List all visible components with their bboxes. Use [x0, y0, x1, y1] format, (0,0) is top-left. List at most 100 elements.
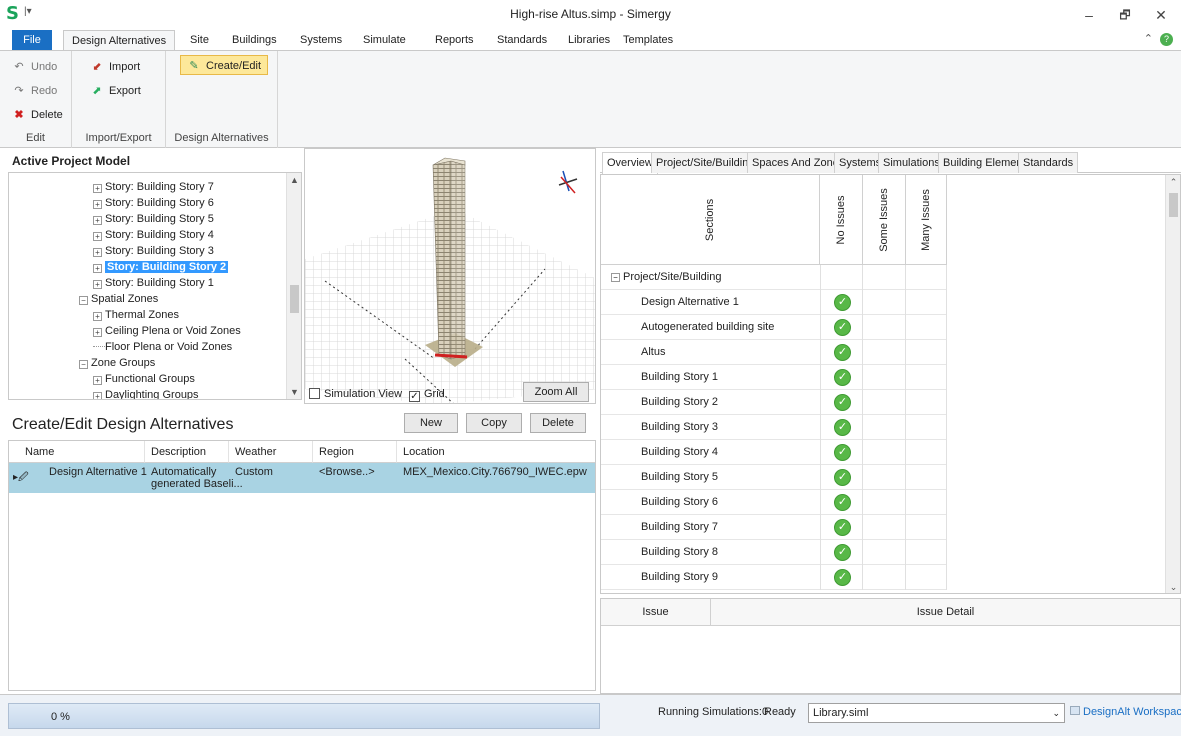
maximize-button[interactable]: 🗗: [1110, 4, 1140, 26]
tree-item[interactable]: Floor Plena or Void Zones: [93, 340, 232, 354]
tree-item[interactable]: + Story: Building Story 5: [93, 212, 214, 226]
create-edit-button[interactable]: ✎ Create/Edit: [180, 55, 269, 75]
minimize-button[interactable]: –: [1074, 4, 1104, 26]
scroll-up-icon[interactable]: ⌃: [1166, 177, 1180, 188]
overview-row[interactable]: Building Story 2 ✓: [601, 390, 947, 415]
column-header-many-issues[interactable]: Many Issues: [906, 175, 947, 265]
collapse-icon[interactable]: −: [79, 296, 88, 305]
axis-gizmo-icon[interactable]: [558, 170, 578, 194]
expand-icon[interactable]: +: [93, 376, 102, 385]
expand-icon[interactable]: +: [93, 280, 102, 289]
collapse-icon[interactable]: −: [79, 360, 88, 369]
tree-item[interactable]: + Functional Groups: [93, 372, 195, 386]
tree-scrollbar[interactable]: ▲ ▼: [286, 173, 301, 399]
scroll-up-icon[interactable]: ▲: [287, 175, 301, 185]
library-select[interactable]: Library.siml ⌄: [808, 703, 1065, 723]
workspace-link[interactable]: DesignAlt Workspace: [1070, 706, 1181, 718]
column-header-name[interactable]: Name: [9, 441, 145, 463]
column-header-issue-detail[interactable]: Issue Detail: [711, 599, 1180, 626]
collapse-ribbon-icon[interactable]: ⌃: [1144, 33, 1153, 45]
expand-icon[interactable]: +: [93, 200, 102, 209]
row-region[interactable]: <Browse..>: [313, 466, 375, 478]
overview-row[interactable]: Building Story 5 ✓: [601, 465, 947, 490]
overview-row[interactable]: Design Alternative 1 ✓: [601, 290, 947, 315]
tab-systems[interactable]: Systems: [292, 30, 350, 50]
tab-file[interactable]: File: [12, 30, 52, 50]
tab-libraries[interactable]: Libraries: [560, 30, 618, 50]
simulation-view-checkbox[interactable]: Simulation View: [309, 388, 402, 400]
delete-alternative-button[interactable]: Delete: [530, 413, 586, 433]
overview-row[interactable]: Altus ✓: [601, 340, 947, 365]
close-button[interactable]: ✕: [1146, 4, 1176, 26]
scroll-thumb[interactable]: [290, 285, 299, 313]
tab-overview[interactable]: Overview: [602, 152, 658, 174]
building-3d-view[interactable]: [305, 149, 596, 404]
tree-item[interactable]: − Zone Groups: [79, 356, 155, 370]
overview-row[interactable]: Building Story 1 ✓: [601, 365, 947, 390]
export-button[interactable]: ⬈ Export: [90, 81, 140, 101]
expand-icon[interactable]: +: [93, 248, 102, 257]
checkbox-box[interactable]: [309, 388, 320, 399]
expand-icon[interactable]: +: [93, 184, 102, 193]
expand-icon[interactable]: +: [93, 232, 102, 241]
help-icon[interactable]: ?: [1160, 33, 1173, 46]
model-viewport[interactable]: Simulation View ✓ Grid Zoom All: [304, 148, 596, 404]
tab-buildings[interactable]: Buildings: [224, 30, 285, 50]
column-header-weather-source[interactable]: Weather Source: [229, 441, 313, 480]
overview-row[interactable]: Building Story 3 ✓: [601, 415, 947, 440]
tree-item[interactable]: + Daylighting Groups: [93, 388, 199, 399]
column-header-description[interactable]: Description: [145, 441, 229, 463]
expand-icon[interactable]: +: [93, 264, 102, 273]
overview-row[interactable]: Building Story 9 ✓: [601, 565, 947, 590]
tab-simulate[interactable]: Simulate: [355, 30, 414, 50]
scroll-thumb[interactable]: [1169, 193, 1178, 217]
column-header-region[interactable]: Region: [313, 441, 397, 463]
tree-item[interactable]: + Ceiling Plena or Void Zones: [93, 324, 241, 338]
column-header-sections[interactable]: Sections: [601, 175, 820, 265]
overview-row[interactable]: Building Story 8 ✓: [601, 540, 947, 565]
tab-simulations[interactable]: Simulations: [878, 152, 945, 173]
tree-item[interactable]: − Spatial Zones: [79, 292, 158, 306]
tab-templates[interactable]: Templates: [615, 30, 681, 50]
row-edit-icon[interactable]: ▸🖉: [7, 472, 29, 484]
tab-project-site-building[interactable]: Project/Site/Building: [651, 152, 760, 173]
expand-icon[interactable]: +: [93, 328, 102, 337]
grid-checkbox[interactable]: ✓ Grid: [409, 388, 445, 402]
redo-button[interactable]: ↷ Redo: [12, 81, 57, 101]
new-button[interactable]: New: [404, 413, 458, 433]
tab-reports[interactable]: Reports: [427, 30, 482, 50]
expand-icon[interactable]: +: [93, 312, 102, 321]
expand-icon[interactable]: +: [93, 216, 102, 225]
scroll-down-icon[interactable]: ⌄: [1166, 582, 1180, 593]
chevron-down-icon[interactable]: ⌄: [1052, 704, 1060, 722]
expand-icon[interactable]: +: [93, 392, 102, 399]
column-header-issue[interactable]: Issue: [601, 599, 711, 626]
tab-standards[interactable]: Standards: [489, 30, 555, 50]
collapse-icon[interactable]: −: [611, 273, 620, 282]
column-header-some-issues[interactable]: Some Issues: [863, 175, 906, 265]
copy-button[interactable]: Copy: [466, 413, 522, 433]
tree-item[interactable]: + Thermal Zones: [93, 308, 179, 322]
tree-item[interactable]: + Story: Building Story 4: [93, 228, 214, 242]
group-row[interactable]: − Project/Site/Building: [601, 265, 947, 290]
checkbox-checked-icon[interactable]: ✓: [409, 391, 420, 402]
overview-row[interactable]: Building Story 7 ✓: [601, 515, 947, 540]
scroll-down-icon[interactable]: ▼: [287, 387, 301, 397]
tree-item[interactable]: + Story: Building Story 7: [93, 180, 214, 194]
tree-item[interactable]: + Story: Building Story 3: [93, 244, 214, 258]
overview-row[interactable]: Autogenerated building site ✓: [601, 315, 947, 340]
tab-site[interactable]: Site: [182, 30, 217, 50]
tree-item[interactable]: + Story: Building Story 1: [93, 276, 214, 290]
tree-item[interactable]: + Story: Building Story 6: [93, 196, 214, 210]
tab-standards[interactable]: Standards: [1018, 152, 1079, 173]
zoom-all-button[interactable]: Zoom All: [523, 382, 589, 402]
tab-design-alternatives[interactable]: Design Alternatives: [63, 30, 176, 51]
undo-button[interactable]: ↶ Undo: [12, 57, 57, 77]
delete-button[interactable]: ✖ Delete: [12, 105, 62, 125]
tree-item[interactable]: + Story: Building Story 2: [93, 260, 229, 274]
import-button[interactable]: ⬋ Import: [90, 57, 140, 77]
column-header-location[interactable]: Location: [397, 441, 595, 463]
table-row[interactable]: ▸🖉 Design Alternative 1 Automatically ge…: [9, 463, 595, 493]
overview-row[interactable]: Building Story 6 ✓: [601, 490, 947, 515]
column-header-no-issues[interactable]: No Issues: [820, 175, 863, 265]
